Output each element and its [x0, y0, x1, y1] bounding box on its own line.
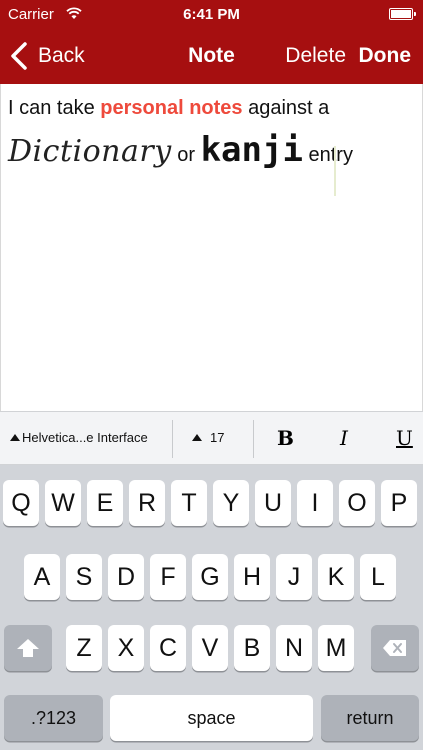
- font-size-button[interactable]: 17: [192, 430, 224, 445]
- key-v[interactable]: V: [192, 625, 228, 671]
- delete-button[interactable]: Delete: [285, 44, 346, 68]
- keyboard: Q W E R T Y U I O P A S D F G H J K L Z …: [0, 465, 423, 750]
- key-m[interactable]: M: [318, 625, 354, 671]
- back-label: Back: [38, 44, 85, 67]
- top-bar: Carrier 6:41 PM Back Note Delete Done: [0, 0, 423, 84]
- note-text: or: [171, 144, 201, 166]
- triangle-up-icon: [10, 434, 20, 441]
- status-bar: Carrier 6:41 PM: [0, 0, 423, 30]
- key-o[interactable]: O: [339, 480, 375, 526]
- note-line-1: I can take personal notes against a: [8, 97, 329, 120]
- note-text: entry: [302, 144, 353, 166]
- key-z[interactable]: Z: [66, 625, 102, 671]
- key-j[interactable]: J: [276, 554, 312, 600]
- font-picker-button[interactable]: Helvetica...e Interface: [10, 430, 148, 445]
- note-text: against a: [242, 97, 330, 119]
- text-cursor: [334, 146, 336, 196]
- backspace-key[interactable]: [371, 625, 419, 671]
- note-brush-word: kanji: [200, 130, 303, 170]
- key-t[interactable]: T: [171, 480, 207, 526]
- toolbar-divider: [253, 420, 254, 458]
- key-q[interactable]: Q: [3, 480, 39, 526]
- key-h[interactable]: H: [234, 554, 270, 600]
- triangle-up-icon: [192, 434, 202, 441]
- shift-key[interactable]: [4, 625, 52, 671]
- key-g[interactable]: G: [192, 554, 228, 600]
- key-f[interactable]: F: [150, 554, 186, 600]
- clock: 6:41 PM: [183, 6, 240, 23]
- note-line-2: Dictionary or kanji entry: [8, 130, 353, 184]
- note-editor[interactable]: I can take personal notes against a Dict…: [0, 84, 423, 411]
- chevron-left-icon: [11, 42, 27, 70]
- key-a[interactable]: A: [24, 554, 60, 600]
- key-k[interactable]: K: [318, 554, 354, 600]
- key-u[interactable]: U: [255, 480, 291, 526]
- backspace-icon: [383, 640, 406, 656]
- navigation-bar: Back Note Delete Done: [0, 30, 423, 84]
- key-s[interactable]: S: [66, 554, 102, 600]
- toolbar-divider: [172, 420, 173, 458]
- key-p[interactable]: P: [381, 480, 417, 526]
- key-e[interactable]: E: [87, 480, 123, 526]
- key-d[interactable]: D: [108, 554, 144, 600]
- note-script-word: Dictionary: [8, 134, 172, 169]
- key-b[interactable]: B: [234, 625, 270, 671]
- done-button[interactable]: Done: [359, 44, 412, 68]
- key-x[interactable]: X: [108, 625, 144, 671]
- back-button[interactable]: Back: [10, 41, 85, 71]
- numbers-key[interactable]: .?123: [4, 695, 103, 741]
- format-toolbar: Helvetica...e Interface 17 B I U: [0, 411, 423, 465]
- key-i[interactable]: I: [297, 480, 333, 526]
- key-c[interactable]: C: [150, 625, 186, 671]
- key-r[interactable]: R: [129, 480, 165, 526]
- space-key[interactable]: space: [110, 695, 313, 741]
- note-highlight-text: personal notes: [100, 97, 243, 119]
- key-w[interactable]: W: [45, 480, 81, 526]
- shift-arrow-icon: [17, 639, 39, 657]
- underline-button[interactable]: U: [396, 426, 413, 450]
- note-text: I can take: [8, 97, 101, 119]
- font-size-value: 17: [210, 430, 225, 445]
- bold-button[interactable]: B: [277, 426, 294, 450]
- font-name: Helvetica...e Interface: [22, 430, 148, 445]
- italic-button[interactable]: I: [340, 426, 348, 450]
- key-l[interactable]: L: [360, 554, 396, 600]
- return-key[interactable]: return: [321, 695, 419, 741]
- battery-icon: [389, 8, 416, 20]
- key-n[interactable]: N: [276, 625, 312, 671]
- key-y[interactable]: Y: [213, 480, 249, 526]
